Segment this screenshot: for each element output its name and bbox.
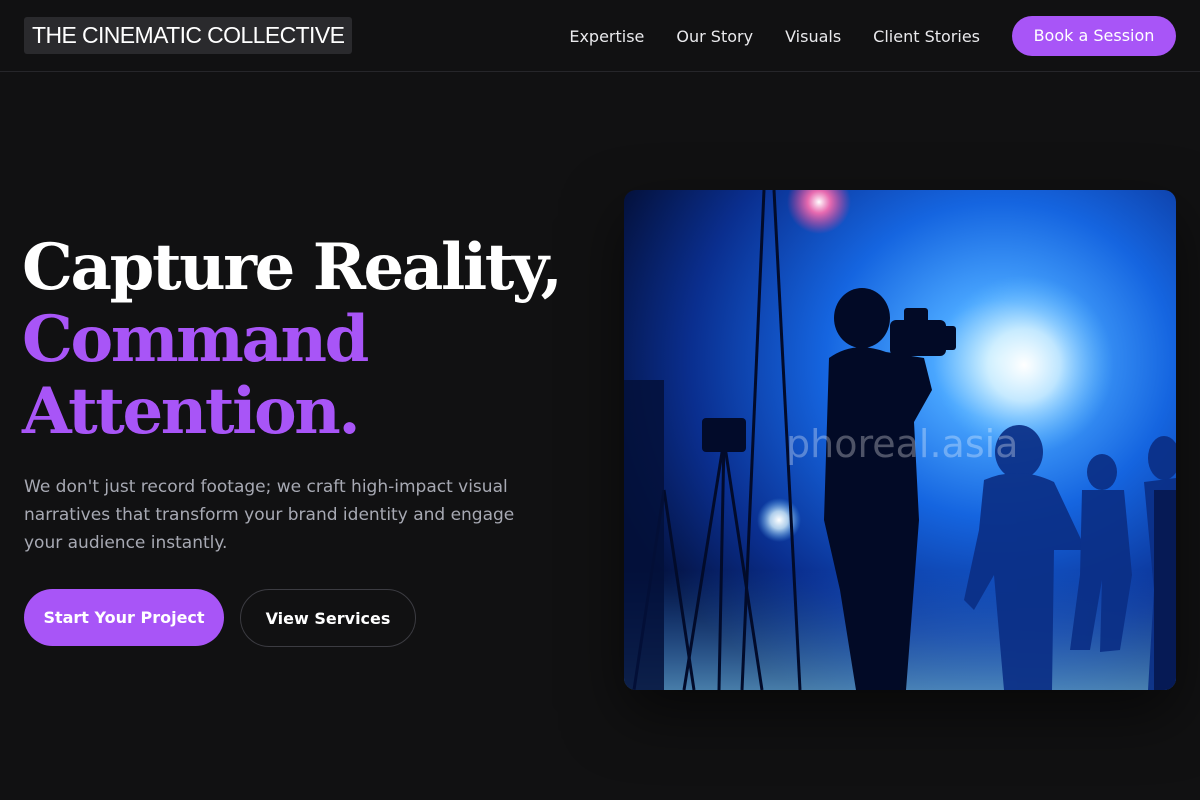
main-nav: Expertise Our Story Visuals Client Stori… bbox=[537, 0, 980, 72]
start-project-button[interactable]: Start Your Project bbox=[24, 589, 224, 646]
nav-link-our-story[interactable]: Our Story bbox=[676, 27, 753, 46]
nav-link-expertise[interactable]: Expertise bbox=[569, 27, 644, 46]
book-session-button[interactable]: Book a Session bbox=[1012, 16, 1176, 56]
view-services-button[interactable]: View Services bbox=[240, 589, 416, 647]
hero-title-line-1: Capture Reality, bbox=[22, 230, 563, 305]
hero-description: We don't just record footage; we craft h… bbox=[24, 477, 515, 553]
nav-link-visuals[interactable]: Visuals bbox=[785, 27, 841, 46]
site-logo[interactable]: THE CINEMATIC COLLECTIVE bbox=[24, 17, 353, 54]
hero-image: phoreal.asia bbox=[624, 190, 1176, 690]
hero-title-line-3: Attention. bbox=[22, 374, 361, 449]
site-header: THE CINEMATIC COLLECTIVE Expertise Our S… bbox=[0, 0, 1200, 72]
hero-title-line-2: Command bbox=[22, 302, 369, 377]
image-watermark: phoreal.asia bbox=[786, 422, 1019, 466]
nav-link-client-stories[interactable]: Client Stories bbox=[873, 27, 980, 46]
hero-title: Capture Reality, Command Attention. bbox=[22, 232, 602, 448]
